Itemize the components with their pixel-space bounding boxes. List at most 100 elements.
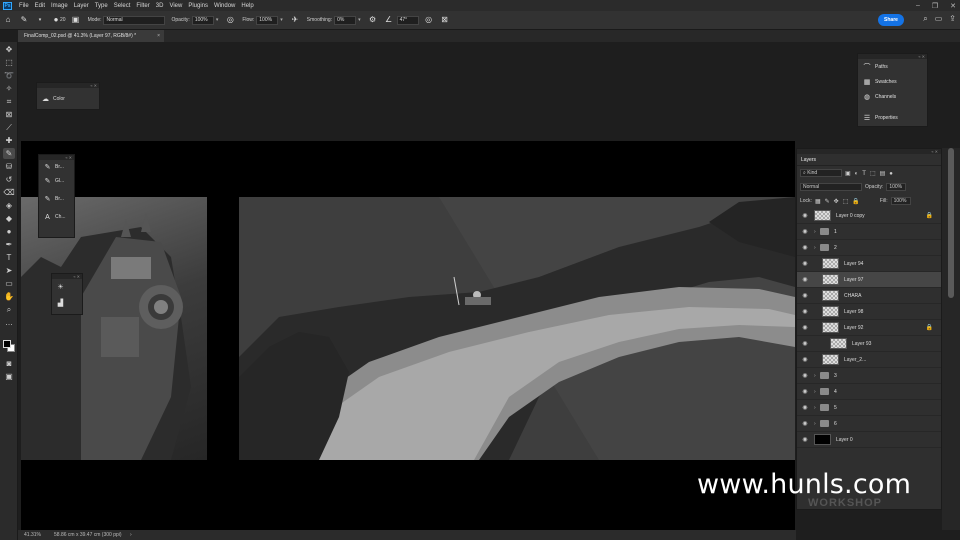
search-icon[interactable]: ⌕ (923, 14, 927, 24)
layer-row[interactable]: ◉ › 5 (797, 400, 941, 416)
eyedropper-tool-icon[interactable]: ⟋ (3, 122, 15, 133)
restore-icon[interactable]: ❐ (932, 2, 938, 10)
pressure-opacity-icon[interactable]: ◎ (225, 15, 235, 25)
workspace-icon[interactable]: ▭ (935, 14, 943, 24)
visibility-eye-icon[interactable]: ◉ (800, 388, 810, 395)
tab-document[interactable]: FinalComp_02.psd @ 41.3% (Layer 97, RGB/… (18, 30, 164, 42)
menu-item-help[interactable]: Help (238, 3, 256, 9)
clone-stamp-tool-icon[interactable]: ⛁ (3, 161, 15, 172)
visibility-eye-icon[interactable]: ◉ (800, 324, 810, 331)
brush-panel-item[interactable]: ✎ Br... (39, 188, 74, 210)
crop-tool-icon[interactable]: ⌗ (3, 96, 15, 107)
mode-select[interactable]: Normal (103, 15, 166, 25)
visibility-eye-icon[interactable]: ◉ (800, 356, 810, 363)
filter-type-icons[interactable]: ▣◐T⬚▤● (845, 170, 897, 177)
layer-row[interactable]: ◉ › 6 (797, 416, 941, 432)
hand-tool-icon[interactable]: ✋ (3, 291, 15, 302)
zoom-level[interactable]: 41.31% (24, 530, 41, 540)
layer-row[interactable]: ◉ Layer 0 copy 🔒 (797, 208, 941, 224)
chevron-down-icon[interactable]: ▾ (358, 17, 361, 23)
fill-field[interactable]: 100% (890, 197, 911, 205)
home-icon[interactable]: ⌂ (3, 15, 13, 25)
chevron-down-icon[interactable]: ▾ (35, 15, 45, 25)
layer-row[interactable]: ◉ › 1 (797, 224, 941, 240)
visibility-eye-icon[interactable]: ◉ (800, 244, 810, 251)
adjustments-item[interactable]: ☀ (52, 279, 82, 295)
document-canvas[interactable] (21, 141, 795, 530)
menu-item-image[interactable]: Image (48, 3, 71, 9)
paint-bucket-tool-icon[interactable]: ◈ (3, 200, 15, 211)
channels-item[interactable]: ◍ Channels (858, 89, 927, 104)
screen-mode-icon[interactable]: ▣ (3, 371, 15, 382)
quick-mask-icon[interactable]: ◙ (3, 358, 15, 369)
healing-tool-icon[interactable]: ✚ (3, 135, 15, 146)
layer-row[interactable]: ◉ › 4 (797, 384, 941, 400)
visibility-eye-icon[interactable]: ◉ (800, 292, 810, 299)
visibility-eye-icon[interactable]: ◉ (800, 276, 810, 283)
lasso-tool-icon[interactable]: ➰ (3, 70, 15, 81)
type-tool-icon[interactable]: T (3, 252, 15, 263)
visibility-eye-icon[interactable]: ◉ (800, 212, 810, 219)
magic-wand-tool-icon[interactable]: ✧ (3, 83, 15, 94)
close-icon[interactable]: × (157, 30, 160, 42)
properties-item[interactable]: ☰ Properties (858, 110, 927, 125)
layer-row[interactable]: ◉ › 3 (797, 368, 941, 384)
layer-filter-select[interactable]: ⌕ Kind (800, 169, 842, 177)
eraser-tool-icon[interactable]: ⌫ (3, 187, 15, 198)
history-brush-tool-icon[interactable]: ↺ (3, 174, 15, 185)
panel-scrollbar[interactable] (942, 148, 960, 530)
foreground-color-swatch[interactable] (3, 340, 11, 348)
chevron-down-icon[interactable]: ▾ (280, 17, 283, 23)
layer-row[interactable]: ◉ › 2 (797, 240, 941, 256)
smoothing-field[interactable]: 0% (334, 15, 357, 25)
flow-field[interactable]: 100% (256, 15, 279, 25)
pressure-size-icon[interactable]: ◎ (424, 15, 434, 25)
brush-panel-item[interactable]: ✎ Gl... (39, 174, 74, 188)
menu-item-layer[interactable]: Layer (71, 3, 92, 9)
menu-item-filter[interactable]: Filter (133, 3, 152, 9)
layer-row[interactable]: ◉ CHARA (797, 288, 941, 304)
visibility-eye-icon[interactable]: ◉ (800, 404, 810, 411)
symmetry-icon[interactable]: ⊠ (440, 15, 450, 25)
layer-row[interactable]: ◉ Layer 0 (797, 432, 941, 448)
blur-tool-icon[interactable]: ◆ (3, 213, 15, 224)
menu-item-3d[interactable]: 3D (153, 3, 167, 9)
menu-item-view[interactable]: View (166, 3, 185, 9)
visibility-eye-icon[interactable]: ◉ (800, 436, 810, 443)
visibility-eye-icon[interactable]: ◉ (800, 340, 810, 347)
chevron-right-icon[interactable]: › (130, 530, 132, 540)
brush-settings-icon[interactable]: ▣ (71, 15, 81, 25)
brush-panel-item[interactable]: A Ch... (39, 210, 74, 224)
pen-tool-icon[interactable]: ✒ (3, 239, 15, 250)
more-tools-icon[interactable]: … (3, 317, 15, 328)
shape-tool-icon[interactable]: ▭ (3, 278, 15, 289)
layer-row[interactable]: ◉ Layer 94 (797, 256, 941, 272)
menu-item-file[interactable]: File (16, 3, 32, 9)
paths-item[interactable]: ⌒ Paths (858, 59, 927, 74)
brush-tool-icon[interactable]: ✎ (3, 148, 15, 159)
swatches-item[interactable]: ▦ Swatches (858, 74, 927, 89)
blend-mode-select[interactable]: Normal (800, 183, 862, 191)
menu-item-edit[interactable]: Edit (32, 3, 48, 9)
marquee-tool-icon[interactable]: ⬚ (3, 57, 15, 68)
share-panel-icon[interactable]: ⇪ (949, 14, 956, 24)
color-panel-row[interactable]: ☁ Color (37, 88, 99, 110)
frame-tool-icon[interactable]: ⊠ (3, 109, 15, 120)
brush-tool-icon[interactable]: ✎ (19, 15, 29, 25)
scrollbar-thumb[interactable] (948, 148, 954, 298)
opacity-field[interactable]: 100% (191, 15, 214, 25)
visibility-eye-icon[interactable]: ◉ (800, 372, 810, 379)
layer-row[interactable]: ◉ Layer 92 🔒 (797, 320, 941, 336)
angle-field[interactable]: 47° (396, 15, 419, 25)
close-icon[interactable]: ✕ (950, 2, 956, 10)
airbrush-icon[interactable]: ✈ (290, 15, 300, 25)
menu-item-window[interactable]: Window (211, 3, 238, 9)
layer-row[interactable]: ◉ Layer 97 (797, 272, 941, 288)
visibility-eye-icon[interactable]: ◉ (800, 420, 810, 427)
layer-row[interactable]: ◉ Layer_2... (797, 352, 941, 368)
zoom-tool-icon[interactable]: ⌕ (3, 304, 15, 315)
layer-row[interactable]: ◉ Layer 98 (797, 304, 941, 320)
adjustments-item[interactable]: ▟ (52, 295, 82, 311)
menu-item-type[interactable]: Type (92, 3, 111, 9)
canvas-area[interactable]: « ✕ ☁ Color « ✕ ✎ Br... ✎ Gl... ✎ Br... … (18, 42, 795, 530)
